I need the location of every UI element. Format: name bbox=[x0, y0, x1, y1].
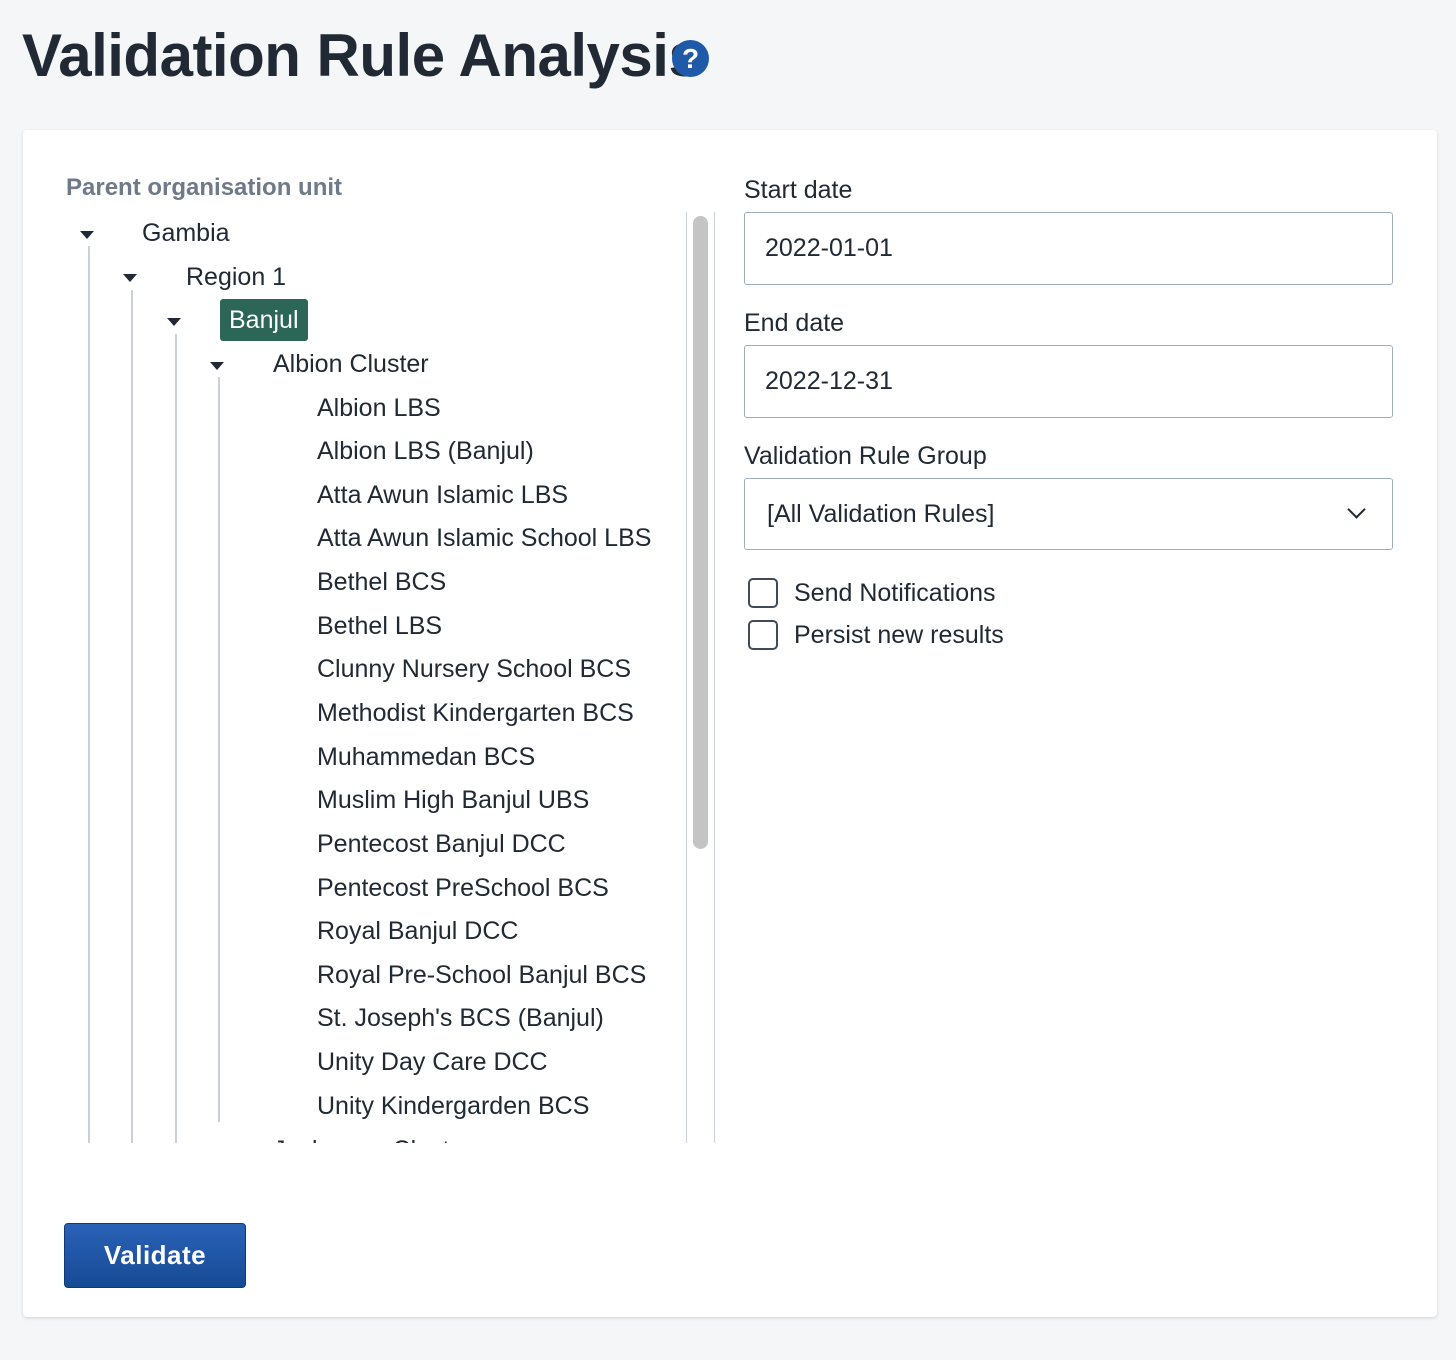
tree-leaf[interactable]: Pentecost Banjul DCC bbox=[317, 827, 566, 861]
tree-guide-line bbox=[175, 334, 177, 1143]
tree-node-gambia[interactable]: Gambia bbox=[142, 216, 230, 250]
tree-node-banjul-selected[interactable]: Banjul bbox=[220, 299, 308, 341]
end-date-input[interactable] bbox=[744, 345, 1393, 418]
start-date-label: Start date bbox=[744, 176, 853, 204]
tree-leaf[interactable]: Muhammedan BCS bbox=[317, 740, 535, 774]
validate-button[interactable]: Validate bbox=[64, 1223, 246, 1288]
tree-node-next-cluster[interactable]: Jeshwang Cluster bbox=[273, 1133, 472, 1143]
tree-node-region-1[interactable]: Region 1 bbox=[186, 260, 286, 294]
tree-guide-line bbox=[131, 290, 133, 1143]
tree-guide-line bbox=[88, 246, 90, 1143]
tree-scrollbar-thumb[interactable] bbox=[693, 216, 708, 849]
tree-leaf[interactable]: Atta Awun Islamic School LBS bbox=[317, 521, 651, 555]
tree-leaf[interactable]: Unity Day Care DCC bbox=[317, 1045, 548, 1079]
tree-guide-line bbox=[218, 377, 220, 1122]
tree-leaf[interactable]: Royal Banjul DCC bbox=[317, 914, 518, 948]
tree-leaf[interactable]: Atta Awun Islamic LBS bbox=[317, 478, 568, 512]
rule-group-label: Validation Rule Group bbox=[744, 442, 987, 470]
send-notifications-checkbox[interactable] bbox=[748, 578, 778, 608]
tree-leaf[interactable]: St. Joseph's BCS (Banjul) bbox=[317, 1001, 604, 1035]
start-date-input[interactable] bbox=[744, 212, 1393, 285]
send-notifications-label[interactable]: Send Notifications bbox=[794, 576, 996, 610]
persist-results-checkbox[interactable] bbox=[748, 620, 778, 650]
rule-group-select[interactable]: [All Validation Rules] bbox=[744, 478, 1393, 550]
collapse-caret-icon[interactable] bbox=[167, 318, 181, 326]
tree-leaf[interactable]: Methodist Kindergarten BCS bbox=[317, 696, 634, 730]
end-date-label: End date bbox=[744, 309, 845, 337]
collapse-caret-icon[interactable] bbox=[80, 231, 94, 239]
page-title: Validation Rule Analysis bbox=[22, 22, 702, 89]
tree-leaf[interactable]: Unity Kindergarden BCS bbox=[317, 1089, 589, 1123]
persist-results-label[interactable]: Persist new results bbox=[794, 618, 1004, 652]
tree-leaf[interactable]: Muslim High Banjul UBS bbox=[317, 783, 589, 817]
tree-leaf[interactable]: Bethel LBS bbox=[317, 609, 442, 643]
org-unit-tree[interactable]: Gambia Region 1 Banjul Albion Cluster Al… bbox=[66, 212, 715, 1143]
tree-leaf[interactable]: Pentecost PreSchool BCS bbox=[317, 871, 609, 905]
collapse-caret-icon[interactable] bbox=[123, 274, 137, 282]
org-tree-label: Parent organisation unit bbox=[66, 174, 343, 201]
tree-leaf[interactable]: Royal Pre-School Banjul BCS bbox=[317, 958, 646, 992]
chevron-down-icon bbox=[1347, 500, 1366, 519]
tree-leaf[interactable]: Clunny Nursery School BCS bbox=[317, 652, 631, 686]
help-icon[interactable]: ? bbox=[672, 40, 709, 77]
analysis-form-card: Parent organisation unit Gambia Region 1… bbox=[23, 130, 1437, 1317]
tree-leaf[interactable]: Albion LBS bbox=[317, 391, 441, 425]
rule-group-selected-value: [All Validation Rules] bbox=[767, 500, 995, 528]
tree-node-albion-cluster[interactable]: Albion Cluster bbox=[273, 347, 429, 381]
tree-leaf[interactable]: Bethel BCS bbox=[317, 565, 446, 599]
tree-scrollbar[interactable] bbox=[686, 212, 715, 1143]
collapse-caret-icon[interactable] bbox=[210, 362, 224, 370]
tree-leaf[interactable]: Albion LBS (Banjul) bbox=[317, 434, 534, 468]
